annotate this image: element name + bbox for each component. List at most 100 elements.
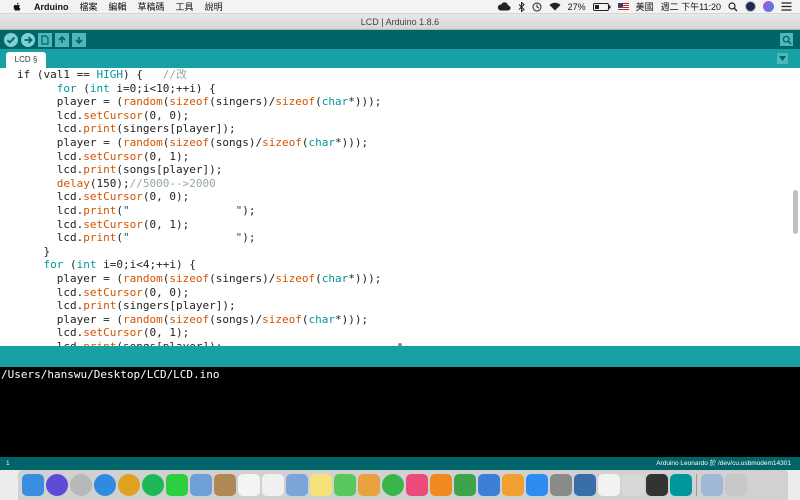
code-token: lcd. [17,122,84,136]
save-sketch-button[interactable] [72,32,86,47]
code-token: setCursor [83,190,143,204]
serial-monitor-button[interactable] [780,33,793,46]
window-title: LCD | Arduino 1.8.6 [360,17,440,27]
pane-divider-handle[interactable] [398,343,402,347]
code-token: sizeof [169,95,210,109]
verify-button[interactable] [4,32,18,47]
menu-sketch[interactable]: 草稿碼 [138,0,165,13]
code-token: for [43,258,64,272]
code-token: i=0;i<10;++i) { [109,81,216,95]
menu-tools[interactable]: 工具 [176,0,194,13]
code-token: *))); [348,271,382,285]
code-line: player = (random(sizeof(singers)/sizeof(… [0,272,785,286]
reminders-icon[interactable] [262,474,284,496]
code-token: (songs[player]); [116,163,223,177]
battery-icon[interactable] [592,2,611,11]
user-avatar-icon[interactable] [745,1,756,12]
preview-icon[interactable] [286,474,308,496]
notes-icon[interactable] [310,474,332,496]
siri-menubar-icon[interactable] [763,1,774,12]
code-token: char [321,271,349,285]
menu-help[interactable]: 說明 [205,0,223,13]
code-token: setCursor [83,149,143,163]
new-sketch-button[interactable] [38,32,52,47]
tab-menu-button[interactable] [777,53,788,64]
bluetooth-icon[interactable] [518,1,525,12]
menubar-clock[interactable]: 週二 下午11:20 [661,0,721,13]
contacts-icon[interactable] [214,474,236,496]
photos-icon[interactable] [358,474,380,496]
calendar-icon[interactable] [238,474,260,496]
appstore-icon[interactable] [526,474,548,496]
xcode-icon[interactable] [574,474,596,496]
tab-lcd[interactable]: LCD § [6,52,46,68]
us-flag-icon[interactable] [617,3,629,10]
facetime-icon[interactable] [382,474,404,496]
chrome-icon[interactable] [118,474,140,496]
menu-file[interactable]: 檔案 [80,0,98,13]
printer-icon[interactable] [622,474,644,496]
apple-logo-icon[interactable] [12,2,22,12]
numbers-icon[interactable] [454,474,476,496]
code-token: sizeof [275,95,316,109]
code-line: lcd.print(songs[player]); [0,163,785,177]
launchpad-icon[interactable] [70,474,92,496]
code-token: player = ( [17,271,123,285]
code-editor[interactable]: if (val1 == HIGH) { //改 for (int i=0;i<1… [0,68,800,346]
code-token: char [321,95,349,109]
editor-scrollbar[interactable] [791,70,798,344]
new-icon [41,34,49,45]
code-token: ( [315,271,322,285]
menu-edit[interactable]: 編輯 [109,0,127,13]
notification-center-icon[interactable] [781,2,792,11]
open-sketch-button[interactable] [55,32,69,47]
finder-icon[interactable] [22,474,44,496]
code-line: delay(150);//5000-->2000 [0,177,785,191]
safari-icon[interactable] [94,474,116,496]
console-output[interactable]: /Users/hanswu/Desktop/LCD/LCD.ino [0,367,800,457]
trash-icon[interactable] [725,474,747,496]
code-line: lcd.setCursor(0, 0); [0,190,785,204]
time-machine-icon[interactable] [532,2,542,12]
spotlight-icon[interactable] [728,1,738,12]
code-line: lcd.setCursor(0, 1); [0,326,785,340]
code-token: sizeof [275,271,316,285]
input-method-label[interactable]: 美國 [636,0,654,13]
messages-icon[interactable] [334,474,356,496]
code-token: //5000-->2000 [129,176,216,190]
menu-arduino[interactable]: Arduino [34,2,69,12]
upload-button[interactable] [21,32,35,47]
spotify-icon[interactable] [142,474,164,496]
code-token: setCursor [83,326,143,340]
settings-icon[interactable] [550,474,572,496]
code-token: random [122,312,163,326]
pages-icon[interactable] [502,474,524,496]
code-line: lcd.setCursor(0, 1); [0,218,785,232]
mail-icon[interactable] [190,474,212,496]
dictionary-icon[interactable] [598,474,620,496]
console-text: /Users/hanswu/Desktop/LCD/LCD.ino [1,368,220,381]
arduino-icon[interactable] [670,474,692,496]
code-line: for (int i=0;i<10;++i) { [0,82,785,96]
books-icon[interactable] [430,474,452,496]
cloud-icon[interactable] [497,2,511,11]
keynote-icon[interactable] [478,474,500,496]
itunes-icon[interactable] [406,474,428,496]
upload-icon [24,35,33,44]
scrollbar-thumb[interactable] [793,190,798,234]
terminal-icon[interactable] [646,474,668,496]
code-token: (singers)/ [209,271,276,285]
verify-icon [6,36,16,44]
code-token: player = ( [17,312,123,326]
line-icon[interactable] [166,474,188,496]
code-line: lcd.print(singers[player]); [0,122,785,136]
battery-percentage[interactable]: 27% [568,2,586,12]
wifi-icon[interactable] [549,2,561,11]
downloads-icon[interactable] [701,474,723,496]
code-token: " " [122,203,243,217]
code-token: lcd. [17,217,84,231]
siri-icon[interactable] [46,474,68,496]
code-token: (0, 0); [142,108,190,122]
code-token: char [308,312,335,326]
